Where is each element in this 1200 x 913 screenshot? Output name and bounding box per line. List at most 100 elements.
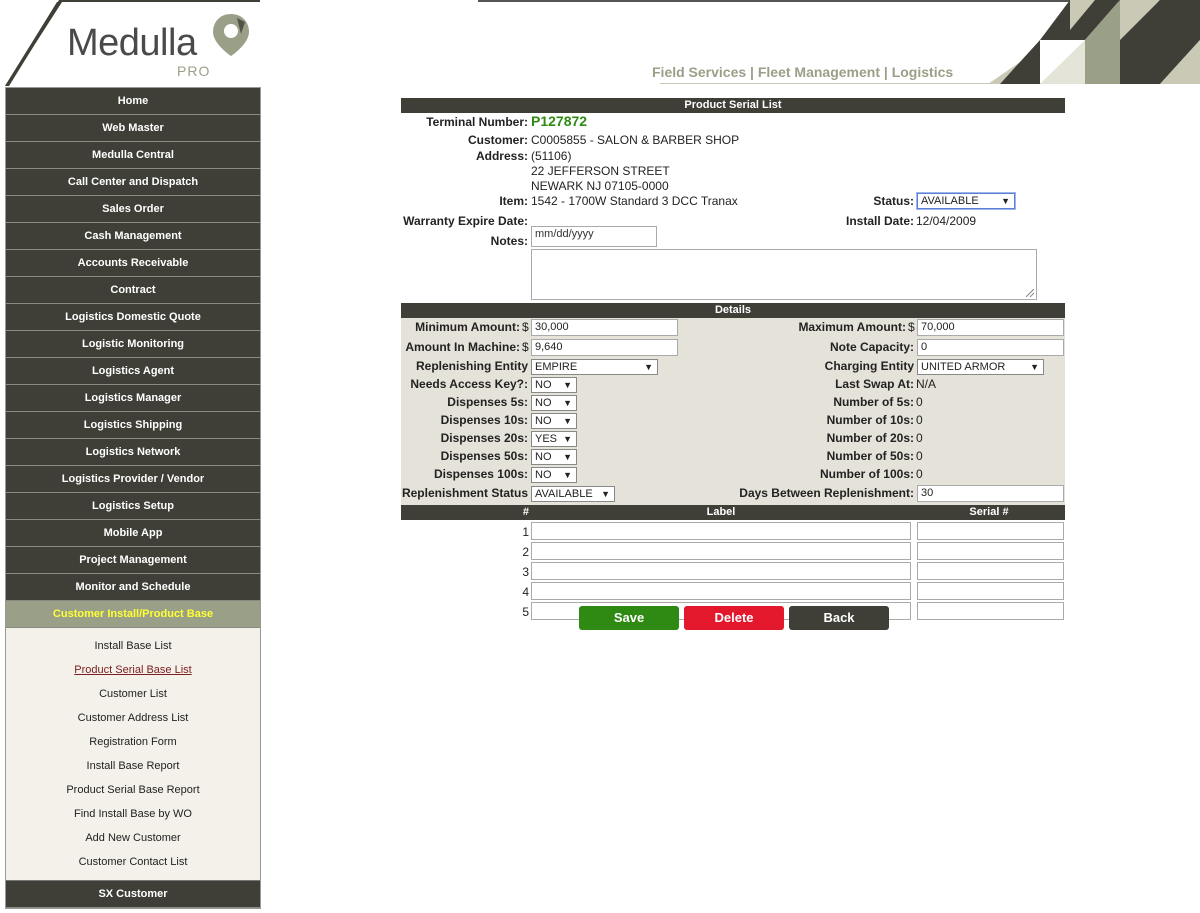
minimum-amount-input[interactable]: 30,000 bbox=[531, 319, 678, 336]
replenishment-status-select[interactable]: AVAILABLE ▼ bbox=[531, 486, 615, 502]
chevron-down-icon: ▼ bbox=[601, 489, 610, 499]
sidebar-item-logistics-setup[interactable]: Logistics Setup bbox=[6, 493, 260, 520]
logo[interactable]: Medulla PRO bbox=[5, 0, 260, 86]
note-capacity-label: Note Capacity: bbox=[829, 340, 914, 354]
replenishing-entity-select[interactable]: EMPIRE ▼ bbox=[531, 359, 658, 375]
sidebar-item-accounts-receivable[interactable]: Accounts Receivable bbox=[6, 250, 260, 277]
label-input[interactable] bbox=[531, 582, 911, 600]
serial-input[interactable] bbox=[917, 602, 1064, 620]
amount-in-machine-label: Amount In Machine: bbox=[405, 340, 520, 354]
table-row-number: 3 bbox=[522, 565, 529, 579]
sidebar-item-cash-management[interactable]: Cash Management bbox=[6, 223, 260, 250]
terminal-number-label: Terminal Number: bbox=[426, 115, 528, 129]
status-select[interactable]: AVAILABLE ▼ bbox=[916, 192, 1016, 210]
column-header-label: Label bbox=[706, 506, 736, 518]
main-content: Product Serial List Terminal Number: P12… bbox=[401, 98, 1065, 630]
form-actions: Save Delete Back bbox=[579, 606, 889, 630]
warranty-expire-date-input[interactable]: mm/dd/yyyy bbox=[531, 226, 657, 247]
sidebar-item-call-center[interactable]: Call Center and Dispatch bbox=[6, 169, 260, 196]
sidebar-item-logistic-monitoring[interactable]: Logistic Monitoring bbox=[6, 331, 260, 358]
submenu-customer-contact-list[interactable]: Customer Contact List bbox=[6, 850, 260, 874]
dispenses-20s-select[interactable]: YES ▼ bbox=[531, 431, 577, 447]
label-input[interactable] bbox=[531, 522, 911, 540]
submenu-install-base-report[interactable]: Install Base Report bbox=[6, 754, 260, 778]
sidebar-item-web-master[interactable]: Web Master bbox=[6, 115, 260, 142]
submenu-install-base-list[interactable]: Install Base List bbox=[6, 634, 260, 658]
needs-access-key-select[interactable]: NO ▼ bbox=[531, 377, 577, 393]
dispenses-10s-label: Dispenses 10s: bbox=[440, 413, 528, 427]
header-geometric-art bbox=[988, 0, 1200, 84]
sidebar-item-monitor-schedule[interactable]: Monitor and Schedule bbox=[6, 574, 260, 601]
label-input[interactable] bbox=[531, 562, 911, 580]
submenu-product-serial-base-report[interactable]: Product Serial Base Report bbox=[6, 778, 260, 802]
sidebar-item-sales-order[interactable]: Sales Order bbox=[6, 196, 260, 223]
submenu-find-install-base[interactable]: Find Install Base by WO bbox=[6, 802, 260, 826]
dispenses-10s-select[interactable]: NO ▼ bbox=[531, 413, 577, 429]
amount-in-machine-currency: $ bbox=[522, 340, 529, 354]
sidebar-item-medulla-central[interactable]: Medulla Central bbox=[6, 142, 260, 169]
sidebar-item-logistics-shipping[interactable]: Logistics Shipping bbox=[6, 412, 260, 439]
header-tagline: Field Services | Fleet Management | Logi… bbox=[652, 64, 954, 80]
replenishing-entity-label: Replenishing Entity bbox=[415, 359, 528, 373]
maximum-amount-input[interactable]: 70,000 bbox=[917, 319, 1064, 336]
sidebar-item-logistics-manager[interactable]: Logistics Manager bbox=[6, 385, 260, 412]
sidebar-item-contract[interactable]: Contract bbox=[6, 277, 260, 304]
back-button[interactable]: Back bbox=[789, 606, 889, 630]
dispenses-5s-select[interactable]: NO ▼ bbox=[531, 395, 577, 411]
sidebar-item-logistics-domestic-quote[interactable]: Logistics Domestic Quote bbox=[6, 304, 260, 331]
address-line-3: NEWARK NJ 07105-0000 bbox=[531, 179, 669, 193]
serial-input[interactable] bbox=[917, 542, 1064, 560]
sidebar-item-home[interactable]: Home bbox=[6, 88, 260, 115]
save-button[interactable]: Save bbox=[579, 606, 679, 630]
chevron-down-icon: ▼ bbox=[563, 398, 572, 408]
last-swap-label: Last Swap At: bbox=[835, 377, 914, 391]
delete-button[interactable]: Delete bbox=[684, 606, 784, 630]
submenu-product-serial-base-list[interactable]: Product Serial Base List bbox=[6, 658, 260, 682]
column-header-serial: Serial # bbox=[969, 506, 1009, 518]
serial-table-header: # Label Serial # bbox=[401, 505, 1065, 520]
sidebar-item-sx-customer[interactable]: SX Customer bbox=[6, 881, 260, 908]
sidebar-item-project-management[interactable]: Project Management bbox=[6, 547, 260, 574]
days-between-replenishment-input[interactable]: 30 bbox=[917, 485, 1064, 502]
label-input[interactable] bbox=[531, 542, 911, 560]
sidebar-item-customer-install[interactable]: Customer Install/Product Base bbox=[6, 601, 260, 628]
last-swap-value: N/A bbox=[916, 377, 937, 391]
item-label: Item: bbox=[499, 194, 528, 208]
submenu-add-new-customer[interactable]: Add New Customer bbox=[6, 826, 260, 850]
address-line-1: (51106) bbox=[531, 149, 572, 163]
amount-in-machine-input[interactable]: 9,640 bbox=[531, 339, 678, 356]
maximum-amount-label: Maximum Amount: bbox=[798, 320, 906, 334]
sidebar-item-logistics-network[interactable]: Logistics Network bbox=[6, 439, 260, 466]
table-row-number: 5 bbox=[522, 605, 529, 619]
replenishing-entity-value: EMPIRE bbox=[535, 361, 578, 373]
notes-textarea[interactable] bbox=[531, 249, 1037, 300]
serial-input[interactable] bbox=[917, 582, 1064, 600]
details-title-bar: Details bbox=[401, 303, 1065, 318]
sidebar-item-logistics-provider[interactable]: Logistics Provider / Vendor bbox=[6, 466, 260, 493]
serial-input[interactable] bbox=[917, 522, 1064, 540]
serial-input[interactable] bbox=[917, 562, 1064, 580]
sidebar-item-mobile-app[interactable]: Mobile App bbox=[6, 520, 260, 547]
chevron-down-icon: ▼ bbox=[1001, 196, 1010, 206]
table-row-number: 4 bbox=[522, 585, 529, 599]
dispenses-100s-select[interactable]: NO ▼ bbox=[531, 467, 577, 483]
charging-entity-select[interactable]: UNITED ARMOR ▼ bbox=[917, 359, 1044, 375]
note-capacity-input[interactable]: 0 bbox=[917, 339, 1064, 356]
resize-handle-icon bbox=[1026, 289, 1034, 297]
submenu-customer-list[interactable]: Customer List bbox=[6, 682, 260, 706]
item-value: 1542 - 1700W Standard 3 DCC Tranax bbox=[531, 194, 738, 208]
charging-entity-value: UNITED ARMOR bbox=[921, 361, 1006, 373]
dispenses-100s-value: NO bbox=[535, 469, 552, 481]
submenu-customer-address-list[interactable]: Customer Address List bbox=[6, 706, 260, 730]
dispenses-5s-value: NO bbox=[535, 397, 552, 409]
number-of-20s-value: 0 bbox=[916, 431, 923, 445]
dispenses-50s-select[interactable]: NO ▼ bbox=[531, 449, 577, 465]
sidebar: Home Web Master Medulla Central Call Cen… bbox=[5, 87, 261, 909]
number-of-5s-value: 0 bbox=[916, 395, 923, 409]
dispenses-50s-value: NO bbox=[535, 451, 552, 463]
maximum-amount-currency: $ bbox=[908, 320, 915, 334]
chevron-down-icon: ▼ bbox=[563, 416, 572, 426]
table-row-number: 1 bbox=[522, 525, 529, 539]
sidebar-item-logistics-agent[interactable]: Logistics Agent bbox=[6, 358, 260, 385]
submenu-registration-form[interactable]: Registration Form bbox=[6, 730, 260, 754]
